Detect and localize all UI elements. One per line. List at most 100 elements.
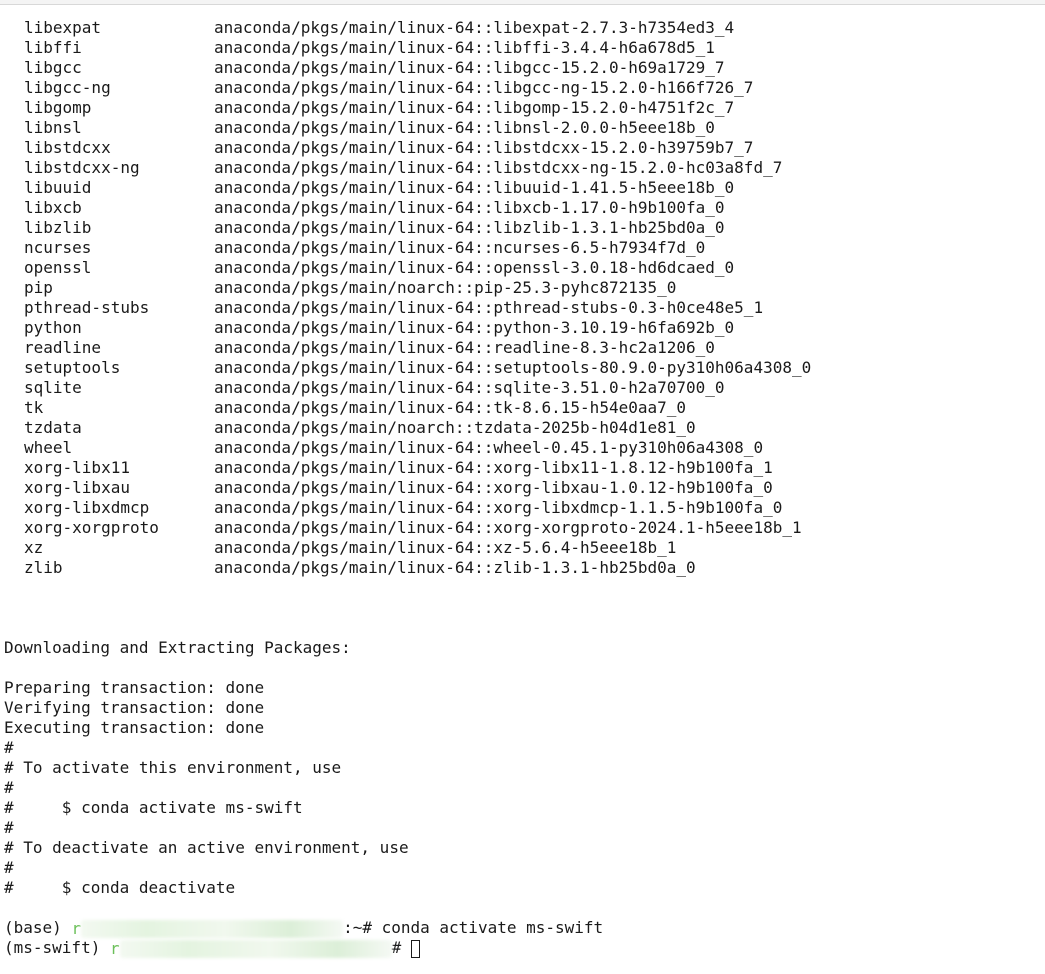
username-initial: r xyxy=(71,918,82,938)
preparing-status: Preparing transaction: done xyxy=(4,678,265,697)
package-spec: anaconda/pkgs/main/linux-64::sqlite-3.51… xyxy=(214,378,725,397)
package-row: python anaconda/pkgs/main/linux-64::pytho… xyxy=(0,318,1045,338)
package-name: libuuid xyxy=(24,178,92,197)
activate-hint: # To activate this environment, use xyxy=(4,758,342,777)
window-top-border xyxy=(0,0,1045,5)
typed-command: conda activate ms-swift xyxy=(381,918,604,937)
activate-command-hint: # $ conda activate ms-swift xyxy=(4,798,303,817)
package-spec: anaconda/pkgs/main/linux-64::xorg-libx11… xyxy=(214,458,773,477)
package-spec: anaconda/pkgs/main/linux-64::libnsl-2.0.… xyxy=(214,118,715,137)
package-row: libstdcxx-ng anaconda/pkgs/main/linux-64:… xyxy=(0,158,1045,178)
prompt-line-active[interactable]: (ms-swift) r # xyxy=(0,938,1045,958)
package-name: wheel xyxy=(24,438,73,457)
package-row: libuuid anaconda/pkgs/main/linux-64::libu… xyxy=(0,178,1045,198)
comment-line: # xyxy=(4,738,14,757)
package-row: sqlite anaconda/pkgs/main/linux-64::sqlit… xyxy=(0,378,1045,398)
package-name: openssl xyxy=(24,258,92,277)
package-name: tk xyxy=(24,398,44,417)
package-spec: anaconda/pkgs/main/noarch::pip-25.3-pyhc… xyxy=(214,278,677,297)
redacted-hostname xyxy=(81,919,344,938)
package-row: readline anaconda/pkgs/main/linux-64::rea… xyxy=(0,338,1045,358)
package-spec: anaconda/pkgs/main/linux-64::libgomp-15.… xyxy=(214,98,735,117)
terminal-output[interactable]: libexpat anaconda/pkgs/main/linux-64::lib… xyxy=(0,18,1045,958)
package-name: libxcb xyxy=(24,198,82,217)
package-spec: anaconda/pkgs/main/linux-64::libgcc-ng-1… xyxy=(214,78,754,97)
package-row: wheel anaconda/pkgs/main/linux-64::wheel-… xyxy=(0,438,1045,458)
package-spec: anaconda/pkgs/main/linux-64::openssl-3.0… xyxy=(214,258,735,277)
package-spec: anaconda/pkgs/main/linux-64::pthread-stu… xyxy=(214,298,764,317)
text-cursor[interactable] xyxy=(410,939,420,958)
package-row: ncurses anaconda/pkgs/main/linux-64::ncur… xyxy=(0,238,1045,258)
package-name: libzlib xyxy=(24,218,92,237)
package-spec: anaconda/pkgs/main/linux-64::zlib-1.3.1-… xyxy=(214,558,696,577)
package-row: zlib anaconda/pkgs/main/linux-64::zlib-1.… xyxy=(0,558,1045,578)
package-row: tzdata anaconda/pkgs/main/noarch::tzdata-… xyxy=(0,418,1045,438)
package-row: libffi anaconda/pkgs/main/linux-64::libff… xyxy=(0,38,1045,58)
package-name: libgcc xyxy=(24,58,82,77)
package-name: xorg-libxau xyxy=(24,478,130,497)
package-name: readline xyxy=(24,338,102,357)
verifying-status: Verifying transaction: done xyxy=(4,698,265,717)
package-spec: anaconda/pkgs/main/linux-64::tk-8.6.15-h… xyxy=(214,398,687,417)
package-spec: anaconda/pkgs/main/linux-64::ncurses-6.5… xyxy=(214,238,706,257)
package-name: ncurses xyxy=(24,238,92,257)
package-spec: anaconda/pkgs/main/linux-64::libzlib-1.3… xyxy=(214,218,725,237)
package-name: xorg-libx11 xyxy=(24,458,130,477)
package-spec: anaconda/pkgs/main/linux-64::python-3.10… xyxy=(214,318,735,337)
package-row: libxcb anaconda/pkgs/main/linux-64::libxc… xyxy=(0,198,1045,218)
package-name: sqlite xyxy=(24,378,82,397)
package-spec: anaconda/pkgs/main/linux-64::wheel-0.45.… xyxy=(214,438,764,457)
package-name: libstdcxx xyxy=(24,138,111,157)
package-name: xorg-libxdmcp xyxy=(24,498,150,517)
package-spec: anaconda/pkgs/main/linux-64::setuptools-… xyxy=(214,358,812,377)
package-name: pthread-stubs xyxy=(24,298,150,317)
package-spec: anaconda/pkgs/main/linux-64::readline-8.… xyxy=(214,338,715,357)
deactivate-command-hint: # $ conda deactivate xyxy=(4,878,236,897)
username-initial: r xyxy=(109,938,120,958)
package-row: tk anaconda/pkgs/main/linux-64::tk-8.6.15… xyxy=(0,398,1045,418)
download-header: Downloading and Extracting Packages: xyxy=(4,638,351,657)
package-row: libgomp anaconda/pkgs/main/linux-64::libg… xyxy=(0,98,1045,118)
package-name: libgomp xyxy=(24,98,92,117)
package-spec: anaconda/pkgs/main/noarch::tzdata-2025b-… xyxy=(214,418,696,437)
package-name: xorg-xorgproto xyxy=(24,518,159,537)
prompt-tail: # xyxy=(391,938,411,957)
package-name: libgcc-ng xyxy=(24,78,111,97)
package-spec: anaconda/pkgs/main/linux-64::libstdcxx-n… xyxy=(214,158,783,177)
package-row: libzlib anaconda/pkgs/main/linux-64::libz… xyxy=(0,218,1045,238)
package-row: libexpat anaconda/pkgs/main/linux-64::lib… xyxy=(0,18,1045,38)
package-list: libexpat anaconda/pkgs/main/linux-64::lib… xyxy=(0,18,1045,578)
comment-line: # xyxy=(4,778,14,797)
comment-line: # xyxy=(4,858,14,877)
package-row: xorg-libxdmcp anaconda/pkgs/main/linux-64… xyxy=(0,498,1045,518)
package-row: libgcc-ng anaconda/pkgs/main/linux-64::li… xyxy=(0,78,1045,98)
package-spec: anaconda/pkgs/main/linux-64::xorg-libxdm… xyxy=(214,498,783,517)
package-row: openssl anaconda/pkgs/main/linux-64::open… xyxy=(0,258,1045,278)
package-row: setuptools anaconda/pkgs/main/linux-64::s… xyxy=(0,358,1045,378)
env-label-ms-swift: (ms-swift) xyxy=(4,938,110,957)
package-spec: anaconda/pkgs/main/linux-64::libuuid-1.4… xyxy=(214,178,735,197)
package-row: xorg-libx11 anaconda/pkgs/main/linux-64::… xyxy=(0,458,1045,478)
package-spec: anaconda/pkgs/main/linux-64::libffi-3.4.… xyxy=(214,38,715,57)
package-row: xz anaconda/pkgs/main/linux-64::xz-5.6.4-… xyxy=(0,538,1045,558)
package-row: libgcc anaconda/pkgs/main/linux-64::libgc… xyxy=(0,58,1045,78)
prompt-line-base: (base) r:~# conda activate ms-swift xyxy=(0,918,1045,938)
package-name: libffi xyxy=(24,38,82,57)
comment-line: # xyxy=(4,818,14,837)
package-spec: anaconda/pkgs/main/linux-64::libgcc-15.2… xyxy=(214,58,725,77)
env-label-base: (base) xyxy=(4,918,72,937)
package-row: pthread-stubs anaconda/pkgs/main/linux-64… xyxy=(0,298,1045,318)
package-name: xz xyxy=(24,538,44,557)
package-row: libnsl anaconda/pkgs/main/linux-64::libns… xyxy=(0,118,1045,138)
package-name: tzdata xyxy=(24,418,82,437)
package-name: pip xyxy=(24,278,53,297)
package-row: libstdcxx anaconda/pkgs/main/linux-64::li… xyxy=(0,138,1045,158)
package-row: pip anaconda/pkgs/main/noarch::pip-25.3-p… xyxy=(0,278,1045,298)
package-name: zlib xyxy=(24,558,63,577)
package-spec: anaconda/pkgs/main/linux-64::libstdcxx-1… xyxy=(214,138,754,157)
package-name: setuptools xyxy=(24,358,121,377)
package-name: python xyxy=(24,318,82,337)
package-name: libnsl xyxy=(24,118,82,137)
